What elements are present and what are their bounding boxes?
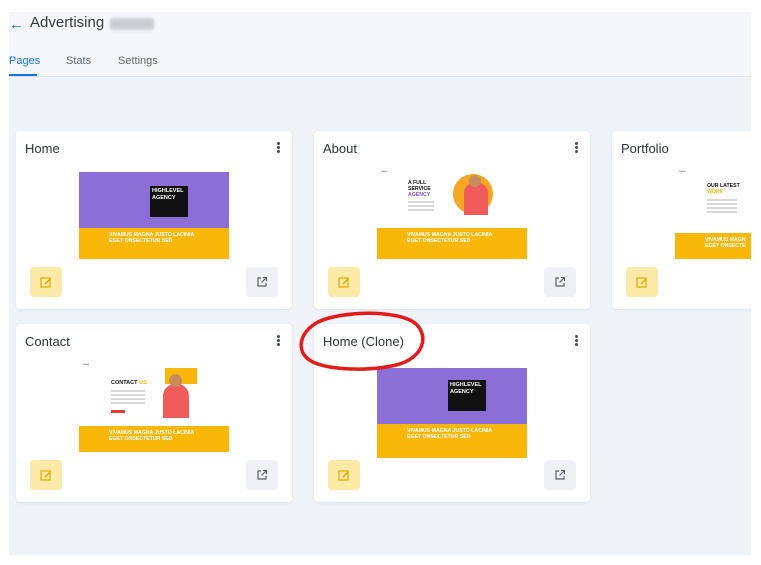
app-frame: ← Advertising Pages Stats Settings Home … xyxy=(9,12,751,555)
preview-headline: OUR LATEST WORK xyxy=(707,183,740,195)
tab-stats[interactable]: Stats xyxy=(66,55,91,67)
open-page-button[interactable] xyxy=(544,267,576,297)
preview-logo: ■■■■ xyxy=(381,170,388,173)
edit-icon xyxy=(338,277,349,288)
annotation-circle xyxy=(299,311,425,371)
active-tab-indicator xyxy=(9,74,37,76)
page-card-portfolio[interactable]: Portfolio ■■■■ OUR LATEST WORK VIVAMUS M… xyxy=(612,131,751,309)
edit-page-button[interactable] xyxy=(328,460,360,490)
preview-headline-line: US xyxy=(139,380,147,386)
preview-paragraph xyxy=(408,201,434,213)
preview-person-head xyxy=(469,175,481,187)
external-link-icon xyxy=(555,469,566,480)
preview-headline-box: HIGHLEVEL AGENCY xyxy=(150,186,188,217)
edit-page-button[interactable] xyxy=(626,267,658,297)
kebab-menu-icon[interactable] xyxy=(575,335,578,346)
preview-paragraph xyxy=(707,199,737,215)
preview-band-text: EGET ONSECTETUR SED xyxy=(109,436,173,442)
page-preview-thumbnail[interactable]: ■■■■ CONTACT US VIVAMUS MAGNA JUSTO LACI… xyxy=(79,362,229,452)
back-arrow-icon[interactable]: ← xyxy=(9,16,24,33)
edit-icon xyxy=(40,470,51,481)
preview-band-text: EGET ONSECTETUR SED xyxy=(407,434,471,440)
preview-person-head xyxy=(169,374,182,387)
open-page-button[interactable] xyxy=(544,460,576,490)
preview-headline-line: AGENCY xyxy=(408,192,431,198)
preview-headline-box: HIGHLEVEL AGENCY xyxy=(448,380,486,411)
open-page-button[interactable] xyxy=(246,267,278,297)
page-card-title: Home xyxy=(25,141,60,156)
preview-yellow-band: VIVAMUS MAGN EGET ONSECTE xyxy=(675,233,751,259)
page-preview-thumbnail[interactable]: ■■■■ A FULL SERVICE AGENCY VIVAMUS MAGNA… xyxy=(377,169,527,259)
preview-yellow-band: VIVAMUS MAGNA JUSTO LACINIA EGET ONSECTE… xyxy=(79,228,229,259)
page-card-title: Portfolio xyxy=(621,141,669,156)
preview-band-text: EGET ONSECTETUR SED xyxy=(407,238,471,244)
preview-yellow-band: VIVAMUS MAGNA JUSTO LACINIA EGET ONSECTE… xyxy=(377,424,527,458)
page-preview-thumbnail[interactable]: ■■■■ OUR LATEST WORK VIVAMUS MAGN EGET O… xyxy=(675,169,751,259)
page-card-about[interactable]: About ■■■■ A FULL SERVICE AGENCY VIVAMUS… xyxy=(314,131,590,309)
page-header: ← Advertising Pages Stats Settings xyxy=(9,12,751,77)
preview-logo: ■■■■ xyxy=(679,170,686,173)
preview-yellow-band: VIVAMUS MAGNA JUSTO LACINIA EGET ONSECTE… xyxy=(377,228,527,259)
external-link-icon xyxy=(257,469,268,480)
tab-settings[interactable]: Settings xyxy=(118,55,158,67)
preview-paragraph xyxy=(111,390,145,406)
preview-logo: ■■■■ xyxy=(83,363,90,366)
preview-headline: A FULL SERVICE AGENCY xyxy=(408,180,431,198)
tab-pages[interactable]: Pages xyxy=(9,55,40,67)
preview-headline-line: AGENCY xyxy=(450,388,474,395)
preview-headline-line: HIGHLEVEL xyxy=(450,382,482,388)
edit-icon xyxy=(40,277,51,288)
kebab-menu-icon[interactable] xyxy=(277,142,280,153)
page-card-home[interactable]: Home HIGHLEVEL AGENCY VIVAMUS MAGNA JUST… xyxy=(16,131,292,309)
external-link-icon xyxy=(555,276,566,287)
open-page-button[interactable] xyxy=(246,460,278,490)
preview-headline-line: WORK xyxy=(707,189,724,195)
preview-headline-line: AGENCY xyxy=(152,194,176,201)
page-card-title: Contact xyxy=(25,334,70,349)
kebab-menu-icon[interactable] xyxy=(277,335,280,346)
preview-headline: CONTACT US xyxy=(111,380,147,386)
preview-band-text: EGET ONSECTETUR SED xyxy=(109,238,173,244)
preview-person xyxy=(163,384,189,418)
edit-page-button[interactable] xyxy=(30,267,62,297)
kebab-menu-icon[interactable] xyxy=(575,142,578,153)
preview-yellow-band: VIVAMUS MAGNA JUSTO LACINIA EGET ONSECTE… xyxy=(79,426,229,452)
preview-band-text: EGET ONSECTE xyxy=(705,243,746,249)
edit-page-button[interactable] xyxy=(328,267,360,297)
edit-page-button[interactable] xyxy=(30,460,62,490)
edit-icon xyxy=(338,470,349,481)
preview-cta-button xyxy=(111,410,125,413)
preview-person xyxy=(464,183,488,215)
page-card-contact[interactable]: Contact ■■■■ CONTACT US VIVAMUS MAGNA JU… xyxy=(16,324,292,502)
site-title: Advertising xyxy=(30,14,105,31)
preview-headline-line: CONTACT xyxy=(111,380,138,386)
edit-icon xyxy=(636,277,647,288)
external-link-icon xyxy=(257,276,268,287)
preview-headline-line: HIGHLEVEL xyxy=(152,188,184,194)
page-card-title: About xyxy=(323,141,357,156)
page-preview-thumbnail[interactable]: HIGHLEVEL AGENCY VIVAMUS MAGNA JUSTO LAC… xyxy=(377,368,527,458)
page-preview-thumbnail[interactable]: HIGHLEVEL AGENCY VIVAMUS MAGNA JUSTO LAC… xyxy=(79,169,229,259)
redacted-site-name xyxy=(110,18,154,30)
